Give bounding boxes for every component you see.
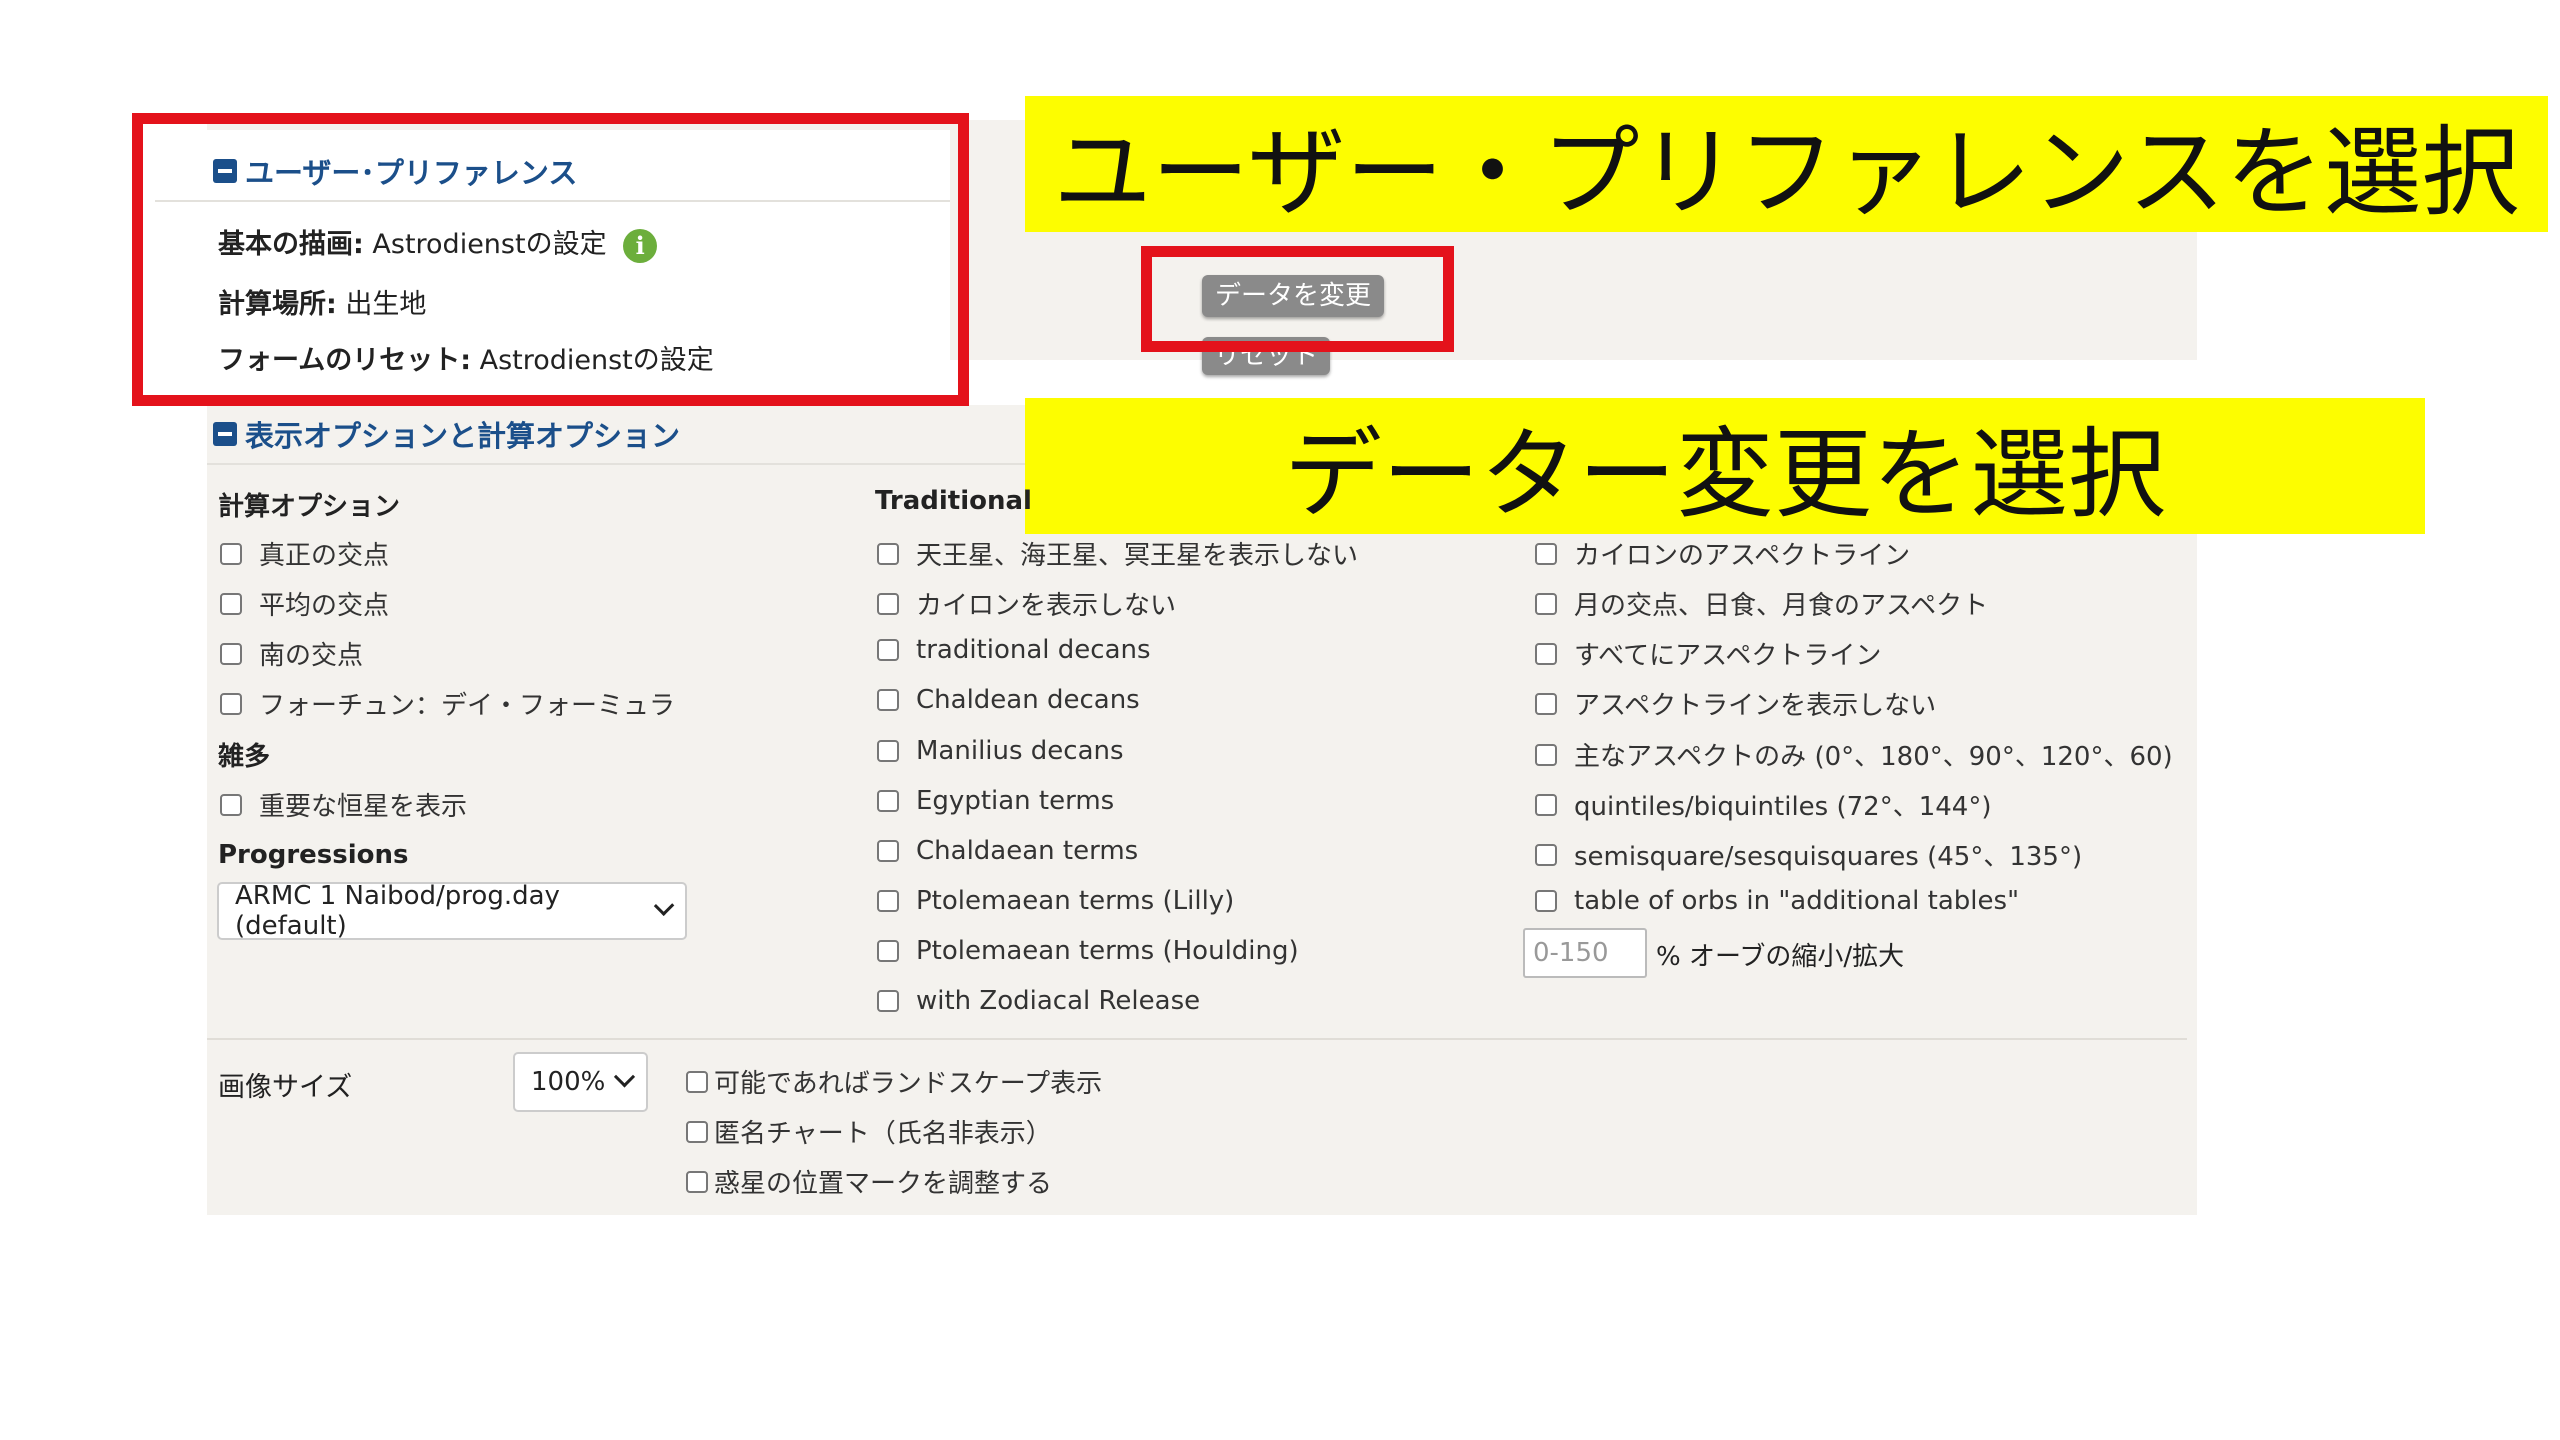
option-anonymous-chart[interactable]: 匿名チャート（氏名非表示）: [686, 1113, 1052, 1150]
option-hide-aspect-lines[interactable]: アスペクトラインを表示しない: [1535, 685, 1936, 722]
option-fixed-stars[interactable]: 重要な恒星を表示: [220, 786, 467, 823]
progressions-select[interactable]: ARMC 1 Naibod/prog.day (default): [217, 881, 687, 941]
option-chaldaean-terms[interactable]: Chaldaean terms: [877, 836, 1138, 866]
chevron-down-icon: [613, 1065, 636, 1087]
option-ptolemaean-terms-lilly[interactable]: Ptolemaean terms (Lilly): [877, 886, 1234, 916]
checkbox[interactable]: [1535, 890, 1557, 912]
option-zodiacal-release[interactable]: with Zodiacal Release: [877, 986, 1200, 1016]
progressions-heading: Progressions: [218, 840, 409, 870]
option-traditional-decans[interactable]: traditional decans: [877, 635, 1151, 665]
option-manilius-decans[interactable]: Manilius decans: [877, 736, 1124, 766]
checkbox[interactable]: [220, 793, 242, 816]
checkbox[interactable]: [1535, 592, 1557, 615]
orb-percent-input[interactable]: 0-150: [1523, 928, 1647, 978]
checkbox[interactable]: [1535, 692, 1557, 715]
option-major-aspects-only[interactable]: 主なアスペクトのみ (0°、180°、90°、120°、60): [1535, 736, 2173, 773]
checkbox[interactable]: [877, 689, 899, 711]
option-node-eclipse-aspects[interactable]: 月の交点、日食、月食のアスペクト: [1535, 585, 1988, 622]
option-semisquares[interactable]: semisquare/sesquisquares (45°、135°): [1535, 836, 2082, 873]
option-hide-outer-planets[interactable]: 天王星、海王星、冥王星を表示しない: [877, 535, 1358, 572]
option-fortune-day-formula[interactable]: フォーチュン：デイ・フォーミュラ: [220, 685, 675, 722]
collapse-icon[interactable]: [213, 422, 237, 446]
callout-select-data-change: データー変更を選択: [1025, 398, 2425, 534]
checkbox[interactable]: [877, 990, 899, 1012]
checkbox[interactable]: [877, 542, 899, 565]
checkbox[interactable]: [1535, 843, 1557, 866]
options-title: 表示オプションと計算オプション: [245, 419, 681, 453]
option-adjust-planet-marks[interactable]: 惑星の位置マークを調整する: [686, 1163, 1052, 1200]
checkbox[interactable]: [877, 890, 899, 912]
option-true-node[interactable]: 真正の交点: [220, 535, 389, 572]
callout-select-user-preferences: ユーザー・プリファレンスを選択: [1025, 96, 2548, 232]
checkbox[interactable]: [877, 840, 899, 862]
option-chaldean-decans[interactable]: Chaldean decans: [877, 685, 1140, 715]
option-south-node[interactable]: 南の交点: [220, 635, 363, 672]
checkbox[interactable]: [1535, 793, 1557, 816]
checkbox[interactable]: [220, 542, 242, 565]
checkbox[interactable]: [877, 740, 899, 762]
checkbox[interactable]: [220, 692, 242, 715]
checkbox[interactable]: [1535, 642, 1557, 665]
checkbox[interactable]: [877, 790, 899, 812]
checkbox[interactable]: [220, 642, 242, 665]
options-header[interactable]: 表示オプションと計算オプション: [213, 413, 680, 455]
option-egyptian-terms[interactable]: Egyptian terms: [877, 786, 1114, 816]
option-quintiles[interactable]: quintiles/biquintiles (72°、144°): [1535, 786, 1992, 823]
option-hide-chiron[interactable]: カイロンを表示しない: [877, 585, 1176, 622]
checkbox[interactable]: [686, 1070, 708, 1093]
image-size-label: 画像サイズ: [218, 1072, 353, 1103]
checkbox[interactable]: [1535, 743, 1557, 766]
checkbox[interactable]: [877, 639, 899, 661]
checkbox[interactable]: [686, 1170, 708, 1193]
option-ptolemaean-terms-houlding[interactable]: Ptolemaean terms (Houlding): [877, 936, 1299, 966]
orb-label: % オーブの縮小/拡大: [1656, 942, 1905, 972]
option-mean-node[interactable]: 平均の交点: [220, 585, 389, 622]
misc-heading: 雑多: [218, 742, 271, 772]
change-data-highlight-frame: [1141, 246, 1454, 352]
checkbox[interactable]: [877, 592, 899, 615]
option-chiron-aspect-lines[interactable]: カイロンのアスペクトライン: [1535, 535, 1910, 572]
user-preferences-highlight-frame: [132, 113, 969, 406]
divider: [207, 1038, 2187, 1040]
option-aspect-lines-all[interactable]: すべてにアスペクトライン: [1535, 635, 1881, 672]
option-landscape-display[interactable]: 可能であればランドスケープ表示: [686, 1063, 1102, 1100]
image-size-select[interactable]: 100%: [513, 1052, 648, 1112]
option-table-of-orbs[interactable]: table of orbs in "additional tables": [1535, 886, 2019, 916]
calc-options-heading: 計算オプション: [218, 492, 401, 522]
checkbox[interactable]: [220, 592, 242, 615]
checkbox[interactable]: [686, 1120, 708, 1143]
checkbox[interactable]: [877, 940, 899, 962]
traditional-heading: Traditional: [875, 486, 1032, 516]
checkbox[interactable]: [1535, 542, 1557, 565]
